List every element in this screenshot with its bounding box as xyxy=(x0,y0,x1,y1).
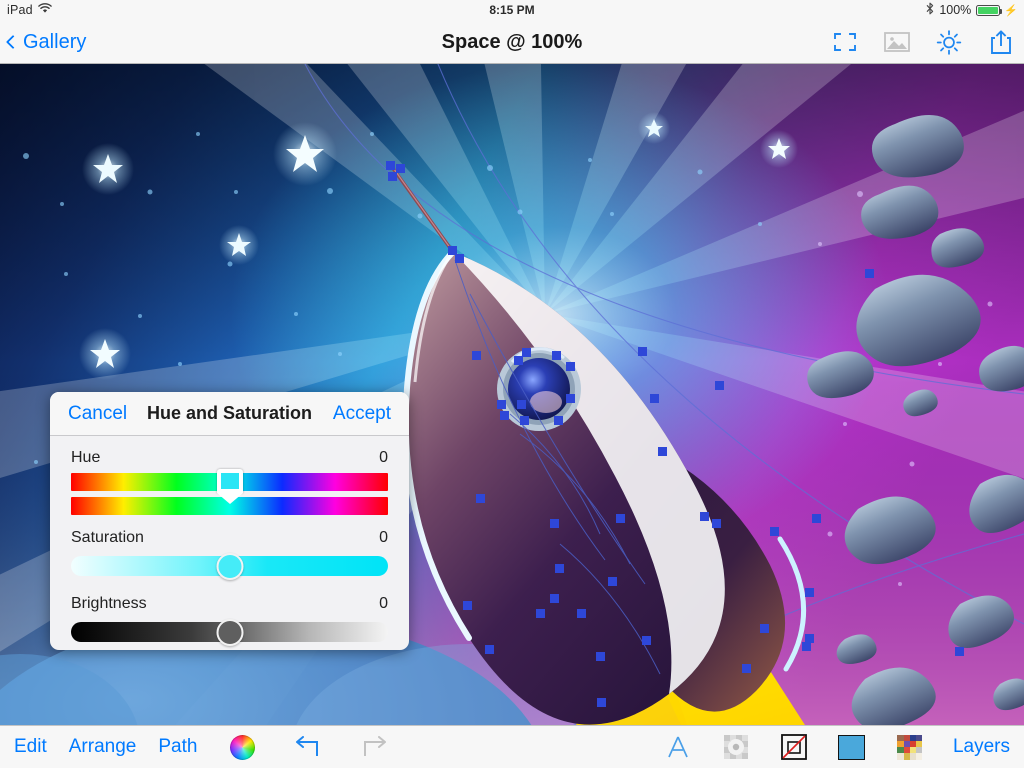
hue-slider-thumb[interactable] xyxy=(216,469,243,504)
saturation-label: Saturation xyxy=(71,529,144,546)
hue-row-header: Hue 0 xyxy=(71,449,388,467)
brightness-slider-thumb[interactable] xyxy=(216,619,243,646)
status-bar: iPad 8:15 PM 100% ⚡ xyxy=(0,0,1024,20)
dialog-body: Hue 0 Saturation 0 Brightness 0 xyxy=(50,436,409,646)
swatches-icon[interactable] xyxy=(895,732,925,762)
fill-color-icon[interactable] xyxy=(837,732,867,762)
brightness-value: 0 xyxy=(379,595,388,612)
saturation-value: 0 xyxy=(379,529,388,546)
color-wheel-icon[interactable] xyxy=(227,732,257,762)
accept-button[interactable]: Accept xyxy=(333,403,391,425)
hue-slider[interactable] xyxy=(71,469,388,517)
brightness-row: Brightness 0 xyxy=(71,595,388,646)
transform-tool-icon[interactable] xyxy=(779,732,809,762)
arrange-button[interactable]: Arrange xyxy=(69,736,137,758)
hue-saturation-dialog: Cancel Hue and Saturation Accept Hue 0 S… xyxy=(50,392,409,650)
bottom-toolbar: Edit Arrange Path Layers xyxy=(0,725,1024,768)
status-bar-right: 100% ⚡ xyxy=(926,2,1018,18)
saturation-row-header: Saturation 0 xyxy=(71,529,388,547)
layers-button[interactable]: Layers xyxy=(953,736,1010,758)
redo-arrow-icon xyxy=(359,732,389,762)
charging-bolt-icon: ⚡ xyxy=(1004,4,1018,17)
edit-button[interactable]: Edit xyxy=(14,736,47,758)
dialog-header: Cancel Hue and Saturation Accept xyxy=(50,392,409,436)
toolbar-left-group: Edit Arrange Path xyxy=(14,732,389,762)
share-icon[interactable] xyxy=(988,29,1014,55)
saturation-slider-thumb[interactable] xyxy=(216,553,243,580)
navbar-tools xyxy=(832,20,1014,64)
brightness-label: Brightness xyxy=(71,595,147,612)
brightness-row-header: Brightness 0 xyxy=(71,595,388,613)
brightness-slider[interactable] xyxy=(71,619,388,646)
status-bar-clock: 8:15 PM xyxy=(489,3,535,17)
toolbar-right-group: Layers xyxy=(663,732,1010,762)
gear-icon[interactable] xyxy=(936,29,962,55)
hue-label: Hue xyxy=(71,449,101,466)
saturation-slider[interactable] xyxy=(71,553,388,580)
text-tool-icon[interactable] xyxy=(663,732,693,762)
hue-value: 0 xyxy=(379,449,388,466)
ipad-screen: iPad 8:15 PM 100% ⚡ Gallery Space @ 100%… xyxy=(0,0,1024,768)
image-icon[interactable] xyxy=(884,29,910,55)
battery-percent: 100% xyxy=(939,3,972,17)
path-button[interactable]: Path xyxy=(158,736,197,758)
navigation-bar: Gallery Space @ 100% xyxy=(0,20,1024,64)
battery-icon xyxy=(976,4,1003,16)
saturation-row: Saturation 0 xyxy=(71,529,388,580)
shadow-tool-icon[interactable] xyxy=(721,732,751,762)
bluetooth-icon xyxy=(926,2,934,18)
hue-row: Hue 0 xyxy=(71,449,388,517)
cancel-button[interactable]: Cancel xyxy=(68,403,127,425)
fullscreen-icon[interactable] xyxy=(832,29,858,55)
undo-arrow-icon[interactable] xyxy=(293,732,323,762)
